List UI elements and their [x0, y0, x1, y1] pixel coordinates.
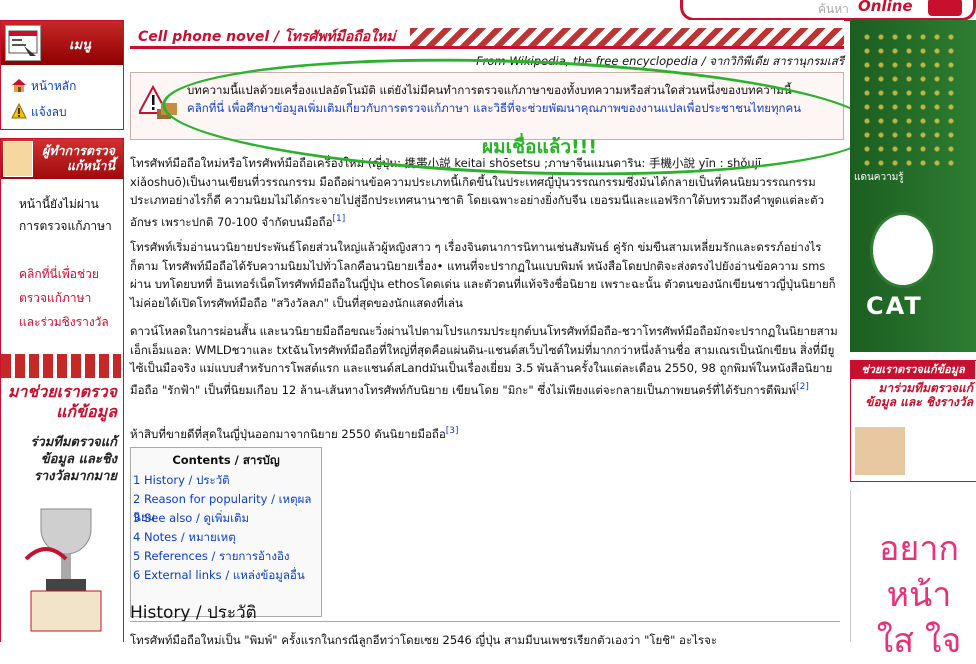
title-stripes [410, 28, 844, 46]
toc-item[interactable]: 5 References / รายการอ้างอิง [133, 548, 290, 566]
left-sidebar: เมนู หน้าหลัก แจ้งลบ ผู้ทำการตรวจแก้หน้า… [0, 20, 124, 642]
paragraph-text: ห้าสิบที่ขายดีที่สุดในญี่ปุ่นออกมาจากนิย… [130, 426, 446, 441]
banner-subtitle: ร่วมทีมตรวจแก้ข้อมูล และชิงรางวัลมากมาย [30, 435, 117, 484]
toc-title: Contents / สารบัญ [172, 453, 280, 467]
sidebar-item-home[interactable]: หน้าหลัก [11, 77, 76, 96]
menu-title: เมนู [69, 38, 91, 53]
banner-pattern [1, 354, 121, 378]
ad-header: ช่วยเราตรวจแก้ข้อมูล [851, 361, 975, 379]
top-bar: ค้นหา Online [0, 0, 976, 21]
toc-item[interactable]: 6 External links / แหล่งข้อมูลอื่น [133, 567, 305, 585]
home-icon [11, 77, 27, 93]
section-divider [130, 621, 840, 622]
ad-label: แดนความรู้ [854, 172, 904, 183]
warning-icon [11, 102, 27, 119]
promo-line: การตรวจแก้ภาษา [19, 219, 112, 233]
beauty-ad[interactable]: อยาก หน้าใส ใจ [850, 490, 976, 661]
ad-image [855, 427, 905, 475]
handwritten-annotation: ผมเชื่อแล้ว!!! [482, 136, 598, 158]
promo-link[interactable]: และร่วมชิงรางวัล [19, 311, 109, 333]
search-button[interactable] [928, 0, 962, 16]
help-edit-ad[interactable]: ช่วยเราตรวจแก้ข้อมูล มาร่วมทีมตรวจแก้ข้อ… [850, 360, 976, 482]
ref-link[interactable]: [2] [796, 382, 809, 392]
ad-pattern [860, 30, 960, 170]
sidebar-item-label: หน้าหลัก [31, 79, 77, 93]
ref-link[interactable]: [3] [446, 426, 459, 436]
paragraph-text: โทรศัพท์เริ่มอ่านนวนิยายประพันธ์โดยส่วนใ… [130, 240, 836, 310]
menu-header: เมนู [1, 21, 123, 65]
toc-item[interactable]: 1 History / ประวัติ [133, 472, 230, 490]
search-hint: ค้นหา [818, 2, 849, 16]
article-title-bar: Cell phone novel / โทรศัพท์มือถือใหม่ [130, 20, 844, 49]
ref-link[interactable]: [1] [333, 214, 346, 224]
paragraph-2: โทรศัพท์เริ่มอ่านนวนิยายประพันธ์โดยส่วนใ… [130, 238, 838, 312]
paragraph-text: ดาวน์โหลดในการผ่อนสั้น และนวนิยายมือถือข… [130, 324, 838, 397]
menu-icon [5, 25, 41, 61]
toc-item[interactable]: 4 Notes / หมายเหตุ [133, 529, 236, 547]
cat-logo: CAT [866, 292, 923, 320]
royal-emblem-icon [870, 212, 936, 288]
page-title: Cell phone novel / โทรศัพท์มือถือใหม่ [138, 29, 396, 45]
paragraph-3: ดาวน์โหลดในการผ่อนสั้น และนวนิยายมือถือข… [130, 322, 838, 399]
editor-promo-box: ผู้ทำการตรวจแก้หน้านี้ หน้านี้ยังไม่ผ่าน… [0, 138, 124, 356]
right-sidebar: แดนความรู้ CAT ช่วยเราตรวจแก้ข้อมูล มาร่… [850, 20, 976, 661]
paragraph-text: โทรศัพท์มือถือใหม่เป็น "พิมพ์" ครั้งแรกใ… [130, 633, 717, 647]
paragraph-4: ห้าสิบที่ขายดีที่สุดในญี่ปุ่นออกมาจากนิย… [130, 422, 838, 443]
table-of-contents: Contents / สารบัญ 1 History / ประวัติ 2 … [130, 447, 322, 617]
toc-item[interactable]: 3 See also / ดูเพิ่มเติม [133, 510, 249, 528]
help-edit-banner[interactable]: มาช่วยเราตรวจแก้ข้อมูล ร่วมทีมตรวจแก้ข้อ… [0, 354, 124, 642]
trophy-image [21, 499, 111, 634]
ad-body: มาร่วมทีมตรวจแก้ข้อมูล และ ชิงรางวัล [865, 381, 973, 409]
promo-line: หน้านี้ยังไม่ผ่าน [19, 197, 99, 211]
sidebar-item-report[interactable]: แจ้งลบ [11, 102, 67, 122]
editor-promo-title: ผู้ทำการตรวจแก้หน้านี้ [41, 143, 115, 173]
brand-online-logo: Online [858, 0, 913, 15]
article-main: Cell phone novel / โทรศัพท์มือถือใหม่ Fr… [130, 20, 878, 647]
sidebar-item-label: แจ้งลบ [31, 105, 67, 119]
editor-promo-header: ผู้ทำการตรวจแก้หน้านี้ [1, 139, 123, 179]
cat-ad[interactable]: แดนความรู้ CAT [850, 20, 976, 352]
promo-link[interactable]: ตรวจแก้ภาษา [19, 287, 91, 309]
ad-text: อยาก หน้าใส ใจ [876, 529, 962, 661]
menu-box: เมนู หน้าหลัก แจ้งลบ [0, 20, 124, 130]
promo-link[interactable]: คลิกที่นี่เพื่อช่วย [19, 263, 99, 285]
banner-title: มาช่วยเราตรวจแก้ข้อมูล [7, 382, 117, 421]
